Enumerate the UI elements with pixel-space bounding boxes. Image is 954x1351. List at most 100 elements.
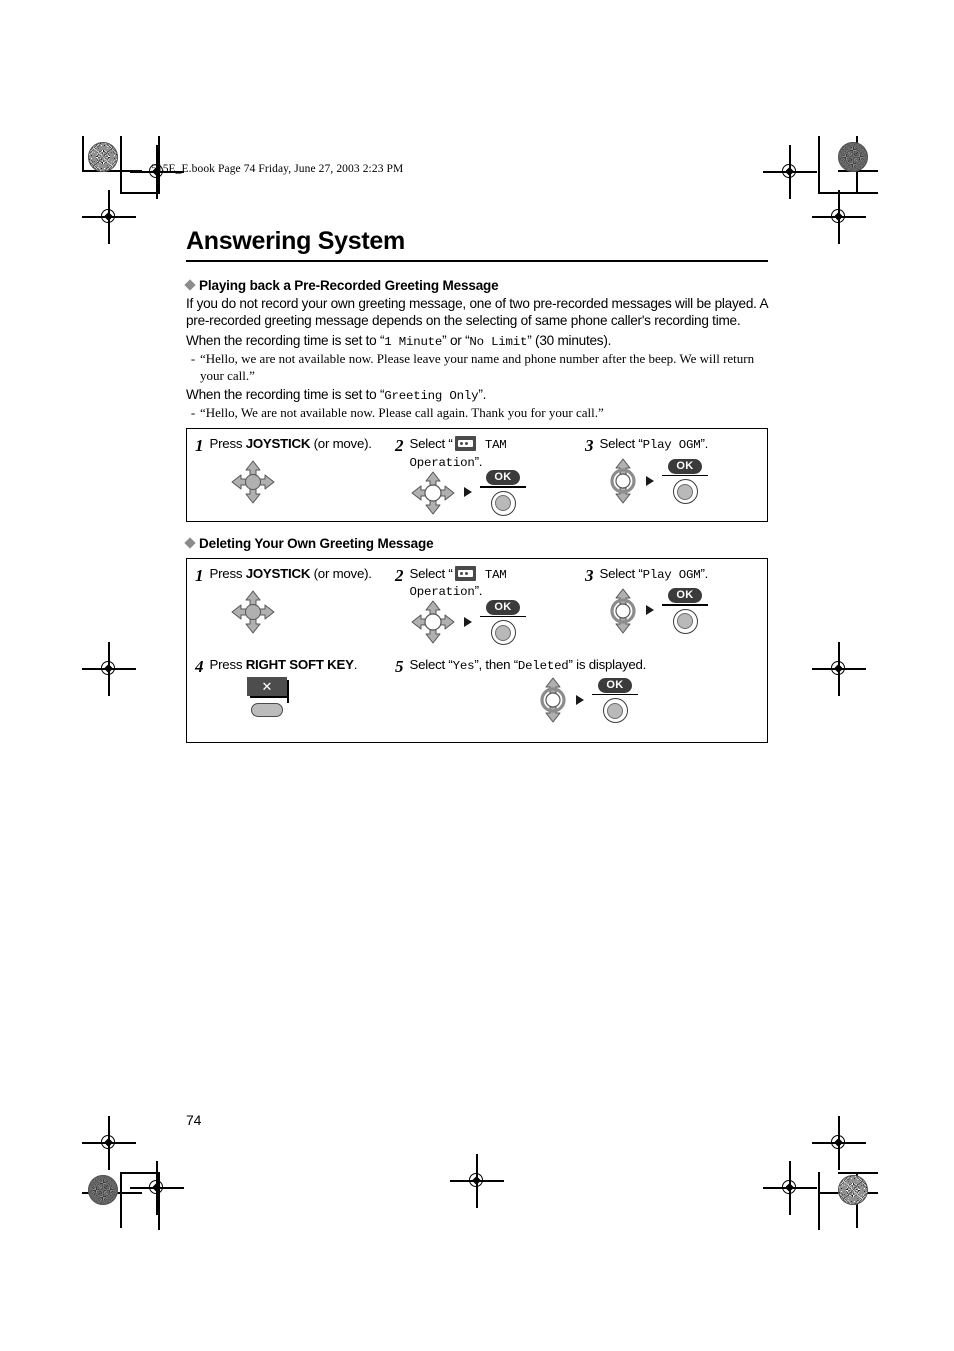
registration-target [812, 642, 866, 696]
ok-label-badge: OK [668, 588, 702, 604]
right-soft-key-icon[interactable]: ✕ [247, 677, 293, 718]
ok-label-badge: OK [668, 458, 702, 474]
flow-arrow-icon [646, 605, 654, 616]
ok-button-icon[interactable] [672, 608, 698, 634]
book-file-meta: 515E_E.book Page 74 Friday, June 27, 200… [151, 163, 404, 175]
pre-recorded-message-1-text: “Hello, we are not available now. Please… [200, 351, 755, 383]
joystick-4way-icon [231, 590, 275, 634]
step-1-text-pre: Press [209, 436, 246, 452]
registration-target [82, 1116, 136, 1170]
step-1-text: Press JOYSTICK (or move). [210, 566, 372, 582]
step-2-text-post: ”. [474, 453, 483, 469]
crop-mark [120, 136, 122, 192]
step-2-head: 2 Select “ TAM Operation”. [395, 436, 571, 471]
ok-button-group[interactable]: OK [479, 470, 527, 516]
ok-button-group[interactable]: OK [661, 588, 709, 634]
list-dash: - [190, 351, 196, 367]
soft-key-glyph: ✕ [261, 679, 273, 695]
step-1-text-post: (or move). [310, 565, 372, 581]
step-2-text-pre: Select “ [409, 565, 453, 581]
step-5-text: Select “Yes”, then “Deleted” is displaye… [410, 657, 647, 674]
step-1-number: 1 [195, 436, 204, 456]
registration-target [812, 190, 866, 244]
flow-arrow-icon [464, 616, 472, 627]
joystick-2way-icon [540, 677, 566, 723]
flow-arrow-icon [576, 694, 584, 705]
step-2-text-post: ”. [474, 583, 483, 599]
crop-mark [838, 1172, 878, 1174]
registration-target [82, 642, 136, 696]
step-4: 4 Press RIGHT SOFT KEY. ✕ [187, 650, 387, 742]
crop-mark [120, 192, 160, 194]
soft-key-display-tab: ✕ [247, 677, 287, 697]
ok-button-icon[interactable] [602, 698, 628, 724]
joystick-2way-icon [610, 588, 636, 634]
joystick-4way-icon [411, 471, 455, 515]
step-3-text: Select “Play OGM”. [600, 566, 709, 583]
starburst-mark [88, 142, 118, 172]
step-1-text-post: (or move). [310, 436, 372, 452]
step-2: 2 Select “ TAM Operation”. OK [387, 559, 577, 651]
joystick-2way-icon [610, 458, 636, 504]
starburst-mark [838, 1175, 868, 1205]
section-heading-playback: Playing back a Pre-Recorded Greeting Mes… [184, 278, 768, 293]
step-2: 2 Select “ TAM Operation”. OK [387, 429, 577, 521]
tam-cassette-icon [454, 436, 476, 452]
step-5-text-mono-1: Yes [452, 659, 475, 674]
ok-underline [662, 604, 708, 606]
starburst-mark [838, 142, 868, 172]
step-1: 1 Press JOYSTICK (or move). [187, 429, 387, 518]
step-2-text-pre: Select “ [409, 436, 453, 452]
page-content: Answering System Playing back a Pre-Reco… [184, 227, 768, 744]
rec-line2-pre: When the recording time is set to “ [186, 386, 385, 402]
step-3-text-mono: Play OGM [642, 438, 701, 453]
step-3-number: 3 [585, 436, 594, 456]
rec-line1-pre: When the recording time is set to “ [186, 333, 385, 349]
step-3-text-pre: Select “ [599, 565, 643, 581]
registration-target [763, 145, 817, 199]
soft-key-button[interactable] [251, 703, 283, 718]
soft-key-shadow-bottom [250, 696, 288, 698]
crop-mark [82, 136, 84, 172]
pre-recorded-message-2-text: “Hello, We are not available now. Please… [200, 405, 604, 421]
registration-target [763, 1161, 817, 1215]
ok-button-icon[interactable] [672, 479, 698, 505]
step-2-text: Select “ TAM Operation”. [409, 565, 572, 601]
flow-arrow-icon [646, 475, 654, 486]
step-5-text-pre: Select “ [409, 657, 453, 673]
step-3-head: 3 Select “Play OGM”. [585, 436, 759, 454]
section-heading-label: Deleting Your Own Greeting Message [199, 535, 434, 551]
crop-mark [120, 1172, 122, 1228]
ok-button-group[interactable]: OK [661, 458, 709, 505]
crop-mark [120, 1172, 160, 1174]
step-2-head: 2 Select “ TAM Operation”. [395, 565, 572, 601]
step-3-text-post: ”. [700, 565, 709, 581]
ok-button-group[interactable]: OK [479, 599, 527, 646]
step-1-head: 1 Press JOYSTICK (or move). [195, 436, 381, 454]
step-3-number: 3 [585, 565, 594, 585]
step-1-number: 1 [195, 565, 204, 585]
step-4-text-post: . [353, 657, 358, 673]
registration-target [812, 1116, 866, 1170]
ok-button-icon[interactable] [490, 620, 516, 646]
list-dash: - [190, 405, 196, 421]
steps-box-deleting: 1 Press JOYSTICK (or move). 2 Select “ T… [186, 557, 768, 744]
step-5-text-mono-2: Deleted [517, 659, 569, 674]
intro-paragraph: If you do not record your own greeting m… [186, 295, 768, 329]
ok-button-group[interactable]: OK [591, 677, 639, 724]
ok-button-icon[interactable] [490, 490, 516, 516]
step-4-number: 4 [195, 657, 204, 677]
step-5-text-mid: ”, then “ [474, 657, 518, 673]
steps-row: 1 Press JOYSTICK (or move). 2 Select “ T… [187, 429, 767, 521]
step-3-text: Select “Play OGM”. [600, 436, 709, 453]
section-heading-deleting: Deleting Your Own Greeting Message [184, 535, 768, 551]
step-1-text-pre: Press [209, 565, 246, 581]
step-1: 1 Press JOYSTICK (or move). [187, 559, 387, 648]
step-1-text: Press JOYSTICK (or move). [210, 436, 372, 452]
step-2-number: 2 [395, 436, 404, 456]
step-5-head: 5 Select “Yes”, then “Deleted” is displa… [395, 657, 759, 675]
ok-label-badge: OK [598, 677, 632, 693]
step-2-number: 2 [395, 565, 404, 585]
page-number: 74 [186, 1112, 202, 1128]
ok-underline [480, 615, 526, 618]
